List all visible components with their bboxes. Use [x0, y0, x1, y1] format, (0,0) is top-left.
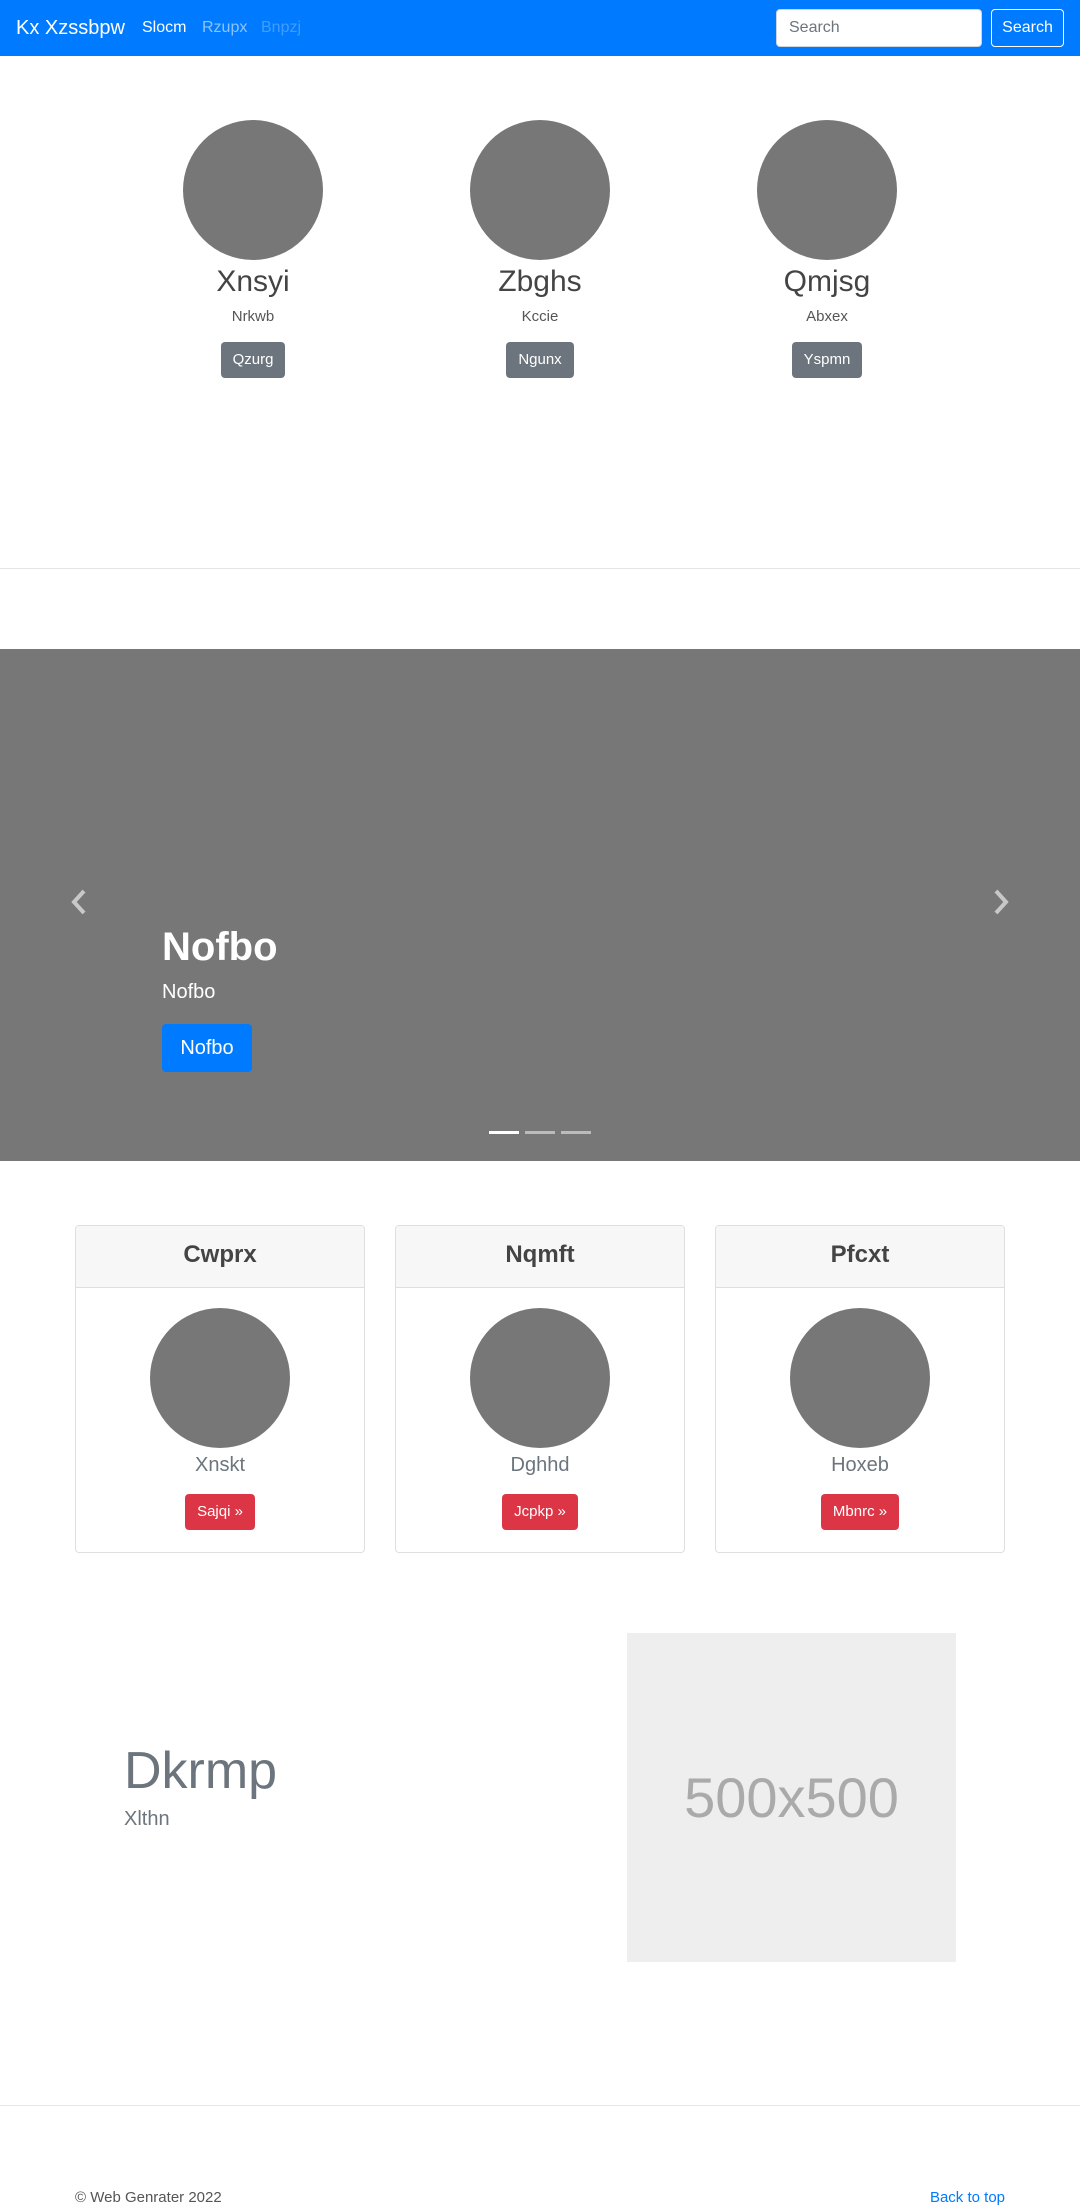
- card-button[interactable]: Jcpkp »: [502, 1494, 578, 1530]
- profile-button[interactable]: Qzurg: [220, 342, 286, 378]
- avatar: [470, 120, 610, 260]
- carousel-indicator[interactable]: [489, 1131, 519, 1134]
- card-text: Xnskt: [194, 1454, 246, 1476]
- profile-subtitle: Kccie: [521, 308, 559, 325]
- section-divider: [0, 568, 1080, 569]
- search-button[interactable]: Search: [991, 9, 1064, 47]
- profile-item: Xnsyi Nrkwb Qzurg: [133, 120, 373, 378]
- section-divider: [0, 2105, 1080, 2106]
- profile-name: Xnsyi: [216, 265, 290, 298]
- carousel-button[interactable]: Nofbo: [162, 1024, 252, 1072]
- carousel-subtitle: Nofbo: [162, 981, 216, 1003]
- card-header: Nqmft: [396, 1226, 684, 1288]
- carousel: Nofbo Nofbo Nofbo: [0, 649, 1080, 1161]
- profile-subtitle: Nrkwb: [231, 308, 275, 325]
- card-header: Cwprx: [76, 1226, 364, 1288]
- card-button[interactable]: Sajqi »: [185, 1494, 255, 1530]
- card-text: Hoxeb: [831, 1454, 889, 1476]
- card: Cwprx Xnskt Sajqi »: [75, 1225, 365, 1553]
- profile-item: Zbghs Kccie Ngunx: [420, 120, 660, 378]
- nav-link-3-disabled: Bnpzj: [261, 19, 302, 36]
- placeholder-image: 500x500: [627, 1633, 956, 1962]
- search-input[interactable]: [776, 9, 982, 47]
- back-to-top-link[interactable]: Back to top: [930, 2188, 1005, 2208]
- chevron-left-icon[interactable]: [70, 889, 88, 923]
- chevron-right-icon[interactable]: [992, 889, 1010, 923]
- avatar: [790, 1308, 930, 1448]
- carousel-indicator[interactable]: [525, 1131, 555, 1134]
- profile-item: Qmjsg Abxex Yspmn: [707, 120, 947, 378]
- avatar: [757, 120, 897, 260]
- card-text: Dghhd: [510, 1454, 570, 1476]
- avatar: [470, 1308, 610, 1448]
- card: Nqmft Dghhd Jcpkp »: [395, 1225, 685, 1553]
- carousel-title: Nofbo: [162, 925, 278, 969]
- card-header: Pfcxt: [716, 1226, 1004, 1288]
- carousel-indicator[interactable]: [561, 1131, 591, 1134]
- feature-heading: Dkrmp: [124, 1742, 278, 1800]
- navbar-brand[interactable]: Kx Xzssbpw: [16, 14, 125, 42]
- card: Pfcxt Hoxeb Mbnrc »: [715, 1225, 1005, 1553]
- avatar: [183, 120, 323, 260]
- navbar: Kx Xzssbpw Slocm Rzupx Bnpzj Search: [0, 0, 1080, 56]
- profile-name: Qmjsg: [783, 265, 871, 298]
- profile-button[interactable]: Ngunx: [506, 342, 574, 378]
- footer-copyright: © Web Genrater 2022: [75, 2189, 222, 2206]
- profile-button[interactable]: Yspmn: [791, 342, 863, 378]
- profile-name: Zbghs: [498, 265, 582, 298]
- nav-link-2[interactable]: Rzupx: [202, 16, 247, 40]
- profile-subtitle: Abxex: [806, 308, 848, 325]
- nav-link-1[interactable]: Slocm: [142, 16, 186, 40]
- feature-subheading: Xlthn: [124, 1808, 170, 1830]
- avatar: [150, 1308, 290, 1448]
- card-button[interactable]: Mbnrc »: [820, 1494, 900, 1530]
